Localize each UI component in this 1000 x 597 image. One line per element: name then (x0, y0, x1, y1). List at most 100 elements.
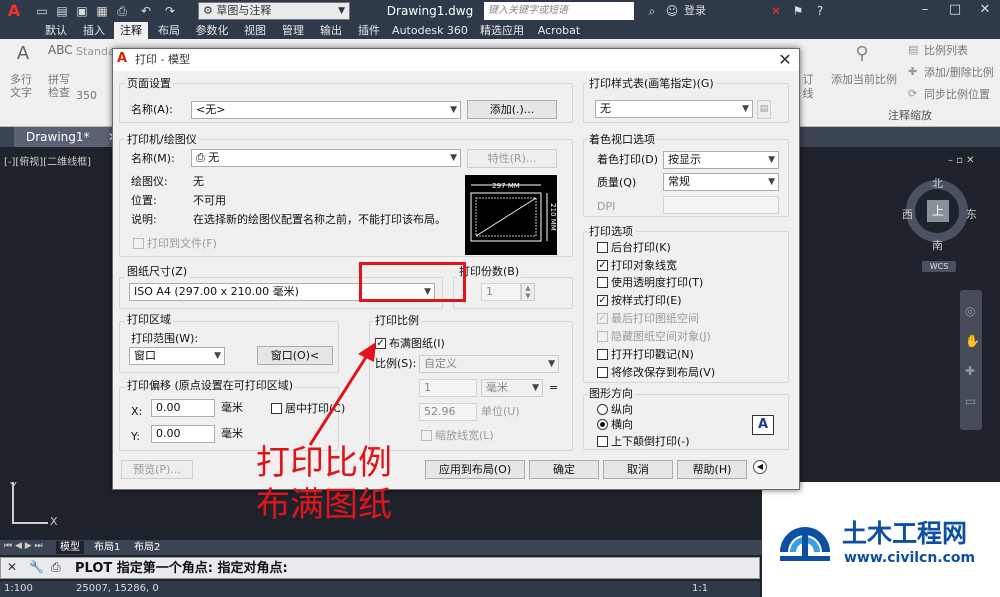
open-file-icon[interactable]: ▤ (54, 3, 70, 19)
save-as-icon[interactable]: ▦ (94, 3, 110, 19)
spell-check-label[interactable]: 拼写 检查 (42, 73, 76, 99)
tab-layout1[interactable]: 布局1 (90, 541, 124, 554)
multiline-text-icon[interactable]: A (12, 43, 34, 69)
viewport-controls-label[interactable]: [-][俯视][二维线框] (4, 153, 91, 168)
close-icon[interactable]: ✕ (970, 0, 1000, 20)
tab-nav-arrows-icon[interactable]: ⏮ ◀ ▶ ⏭ (4, 541, 43, 551)
collapse-arrow-icon[interactable]: ◀ (753, 460, 767, 474)
dialog-close-icon[interactable]: ✕ (773, 49, 797, 71)
print-to-file-checkbox[interactable] (133, 238, 144, 249)
plot-lineweights-checkbox[interactable]: ✓ (597, 260, 608, 271)
add-scale-icon[interactable]: ⚲ (848, 43, 876, 69)
showmotion-icon[interactable]: ▭ (965, 394, 976, 408)
help-button[interactable]: 帮助(H) (677, 460, 747, 479)
cancel-button[interactable]: 取消 (603, 460, 673, 479)
maximize-icon[interactable]: □ (940, 0, 970, 20)
multiline-text-label[interactable]: 多行 文字 (4, 73, 38, 99)
plot-with-styles-checkbox[interactable]: ✓ (597, 295, 608, 306)
tab-acrobat[interactable]: Acrobat (534, 22, 584, 39)
quality-combo[interactable]: 常规 ▼ (663, 173, 779, 191)
text-height-field[interactable]: 350 (76, 87, 112, 105)
center-plot-checkbox[interactable] (271, 403, 282, 414)
command-line[interactable]: ✕ 🔧 ⎙ PLOT 指定第一个角点: 指定对角点: (0, 557, 760, 579)
portrait-radio[interactable] (597, 404, 608, 415)
save-icon[interactable]: ▣ (74, 3, 90, 19)
add-delete-scale-button[interactable]: 添加/删除比例 (924, 66, 994, 79)
login-link[interactable]: 登录 (684, 2, 744, 20)
offset-y-input[interactable]: 0.00 (151, 425, 215, 443)
undo-icon[interactable]: ↶ (138, 3, 154, 19)
scale-value1-input[interactable]: 1 (419, 379, 477, 397)
preview-button[interactable]: 预览(P)... (121, 460, 193, 479)
tab-featured-apps[interactable]: 精选应用 (474, 22, 530, 39)
pan-icon[interactable]: ✋ (965, 334, 980, 348)
edit-plot-style-icon[interactable]: ▤ (757, 100, 771, 119)
compass-south[interactable]: 南 (932, 237, 943, 253)
annotation-scale[interactable]: 1:1 (692, 581, 708, 597)
sync-scale-button[interactable]: 同步比例位置 (924, 88, 990, 101)
plot-icon[interactable]: ⎙ (114, 3, 130, 19)
minimize-icon[interactable]: – (910, 0, 940, 20)
plot-style-combo[interactable]: 无 ▼ (595, 100, 753, 118)
plot-range-combo[interactable]: 窗口 ▼ (129, 347, 225, 365)
exchange-icon[interactable]: ✕ (768, 3, 784, 19)
tab-insert[interactable]: 插入 (78, 22, 110, 39)
autocad-logo-icon[interactable]: A (4, 2, 24, 20)
binoculars-icon[interactable]: ⌕ (644, 3, 660, 19)
redo-icon[interactable]: ↷ (162, 3, 178, 19)
close-icon[interactable]: ✕ (7, 560, 17, 574)
plot-transparency-checkbox[interactable] (597, 277, 608, 288)
tab-layout2[interactable]: 布局2 (130, 541, 164, 554)
steering-wheel-icon[interactable]: ◎ (965, 304, 975, 318)
zoom-icon[interactable]: ✚ (965, 364, 975, 378)
wcs-menu[interactable]: WCS (922, 261, 956, 272)
printer-properties-button[interactable]: 特性(R)... (467, 149, 557, 168)
wrench-icon[interactable]: 🔧 (29, 560, 44, 574)
tab-layout[interactable]: 布局 (152, 22, 186, 39)
scale-unit-combo[interactable]: 毫米 ▼ (481, 379, 543, 397)
compass-north[interactable]: 北 (932, 175, 943, 191)
help-icon[interactable]: ? (812, 3, 828, 19)
scale-lineweights-checkbox[interactable] (421, 430, 432, 441)
add-page-setup-button[interactable]: 添加(.)... (467, 100, 557, 119)
printer-name-combo[interactable]: ⎙ 无 ▼ (191, 149, 461, 167)
tab-model[interactable]: 模型 (56, 541, 84, 554)
upside-down-checkbox[interactable] (597, 436, 608, 447)
tab-annotate[interactable]: 注释 (114, 22, 148, 39)
viewport-window-controls[interactable]: – ▫ ✕ (948, 155, 975, 166)
cart-icon[interactable]: ⚑ (790, 3, 806, 19)
ok-button[interactable]: 确定 (529, 460, 599, 479)
apply-to-layout-button[interactable]: 应用到布局(O) (425, 460, 525, 479)
page-setup-name-combo[interactable]: <无> ▼ (191, 101, 461, 119)
tab-parametric[interactable]: 参数化 (190, 22, 234, 39)
shade-plot-combo[interactable]: 按显示 ▼ (663, 151, 779, 169)
copies-spinner[interactable]: ▲ ▼ (521, 283, 535, 301)
scale-combo[interactable]: 自定义 ▼ (419, 355, 559, 373)
add-current-scale-button[interactable]: 添加当前比例 (828, 73, 900, 86)
navigation-bar[interactable]: ◎ ✋ ✚ ▭ (960, 290, 982, 430)
workspace-combo[interactable]: ⚙ 草图与注释 ▼ (198, 2, 350, 20)
scale-list-button[interactable]: 比例列表 (924, 44, 968, 57)
dpi-input[interactable] (663, 196, 779, 214)
copies-input[interactable]: 1 (481, 283, 521, 301)
plot-paperspace-last-checkbox[interactable]: ✓ (597, 313, 608, 324)
compass-west[interactable]: 西 (902, 206, 913, 222)
spell-check-icon[interactable]: ABC (48, 43, 73, 69)
model-scale[interactable]: 1:100 (4, 581, 33, 597)
landscape-radio[interactable] (597, 419, 608, 430)
tab-default[interactable]: 默认 (40, 22, 72, 39)
tab-manage[interactable]: 管理 (276, 22, 310, 39)
background-plot-checkbox[interactable] (597, 242, 608, 253)
dialog-title-bar[interactable]: A 打印 - 模型 (113, 49, 799, 71)
tab-output[interactable]: 输出 (314, 22, 348, 39)
offset-x-input[interactable]: 0.00 (151, 399, 215, 417)
compass-east[interactable]: 东 (966, 206, 977, 222)
search-input[interactable]: 键入关键字或短语 (484, 2, 634, 20)
tab-view[interactable]: 视图 (238, 22, 272, 39)
doc-tab-drawing1[interactable]: Drawing1*✕ (14, 127, 124, 147)
new-file-icon[interactable]: ▭ (34, 3, 50, 19)
save-changes-layout-checkbox[interactable] (597, 367, 608, 378)
hide-paperspace-objects-checkbox[interactable] (597, 331, 608, 342)
scale-value2-input[interactable]: 52.96 (419, 403, 477, 421)
viewcube-top[interactable]: 上 (927, 200, 949, 222)
